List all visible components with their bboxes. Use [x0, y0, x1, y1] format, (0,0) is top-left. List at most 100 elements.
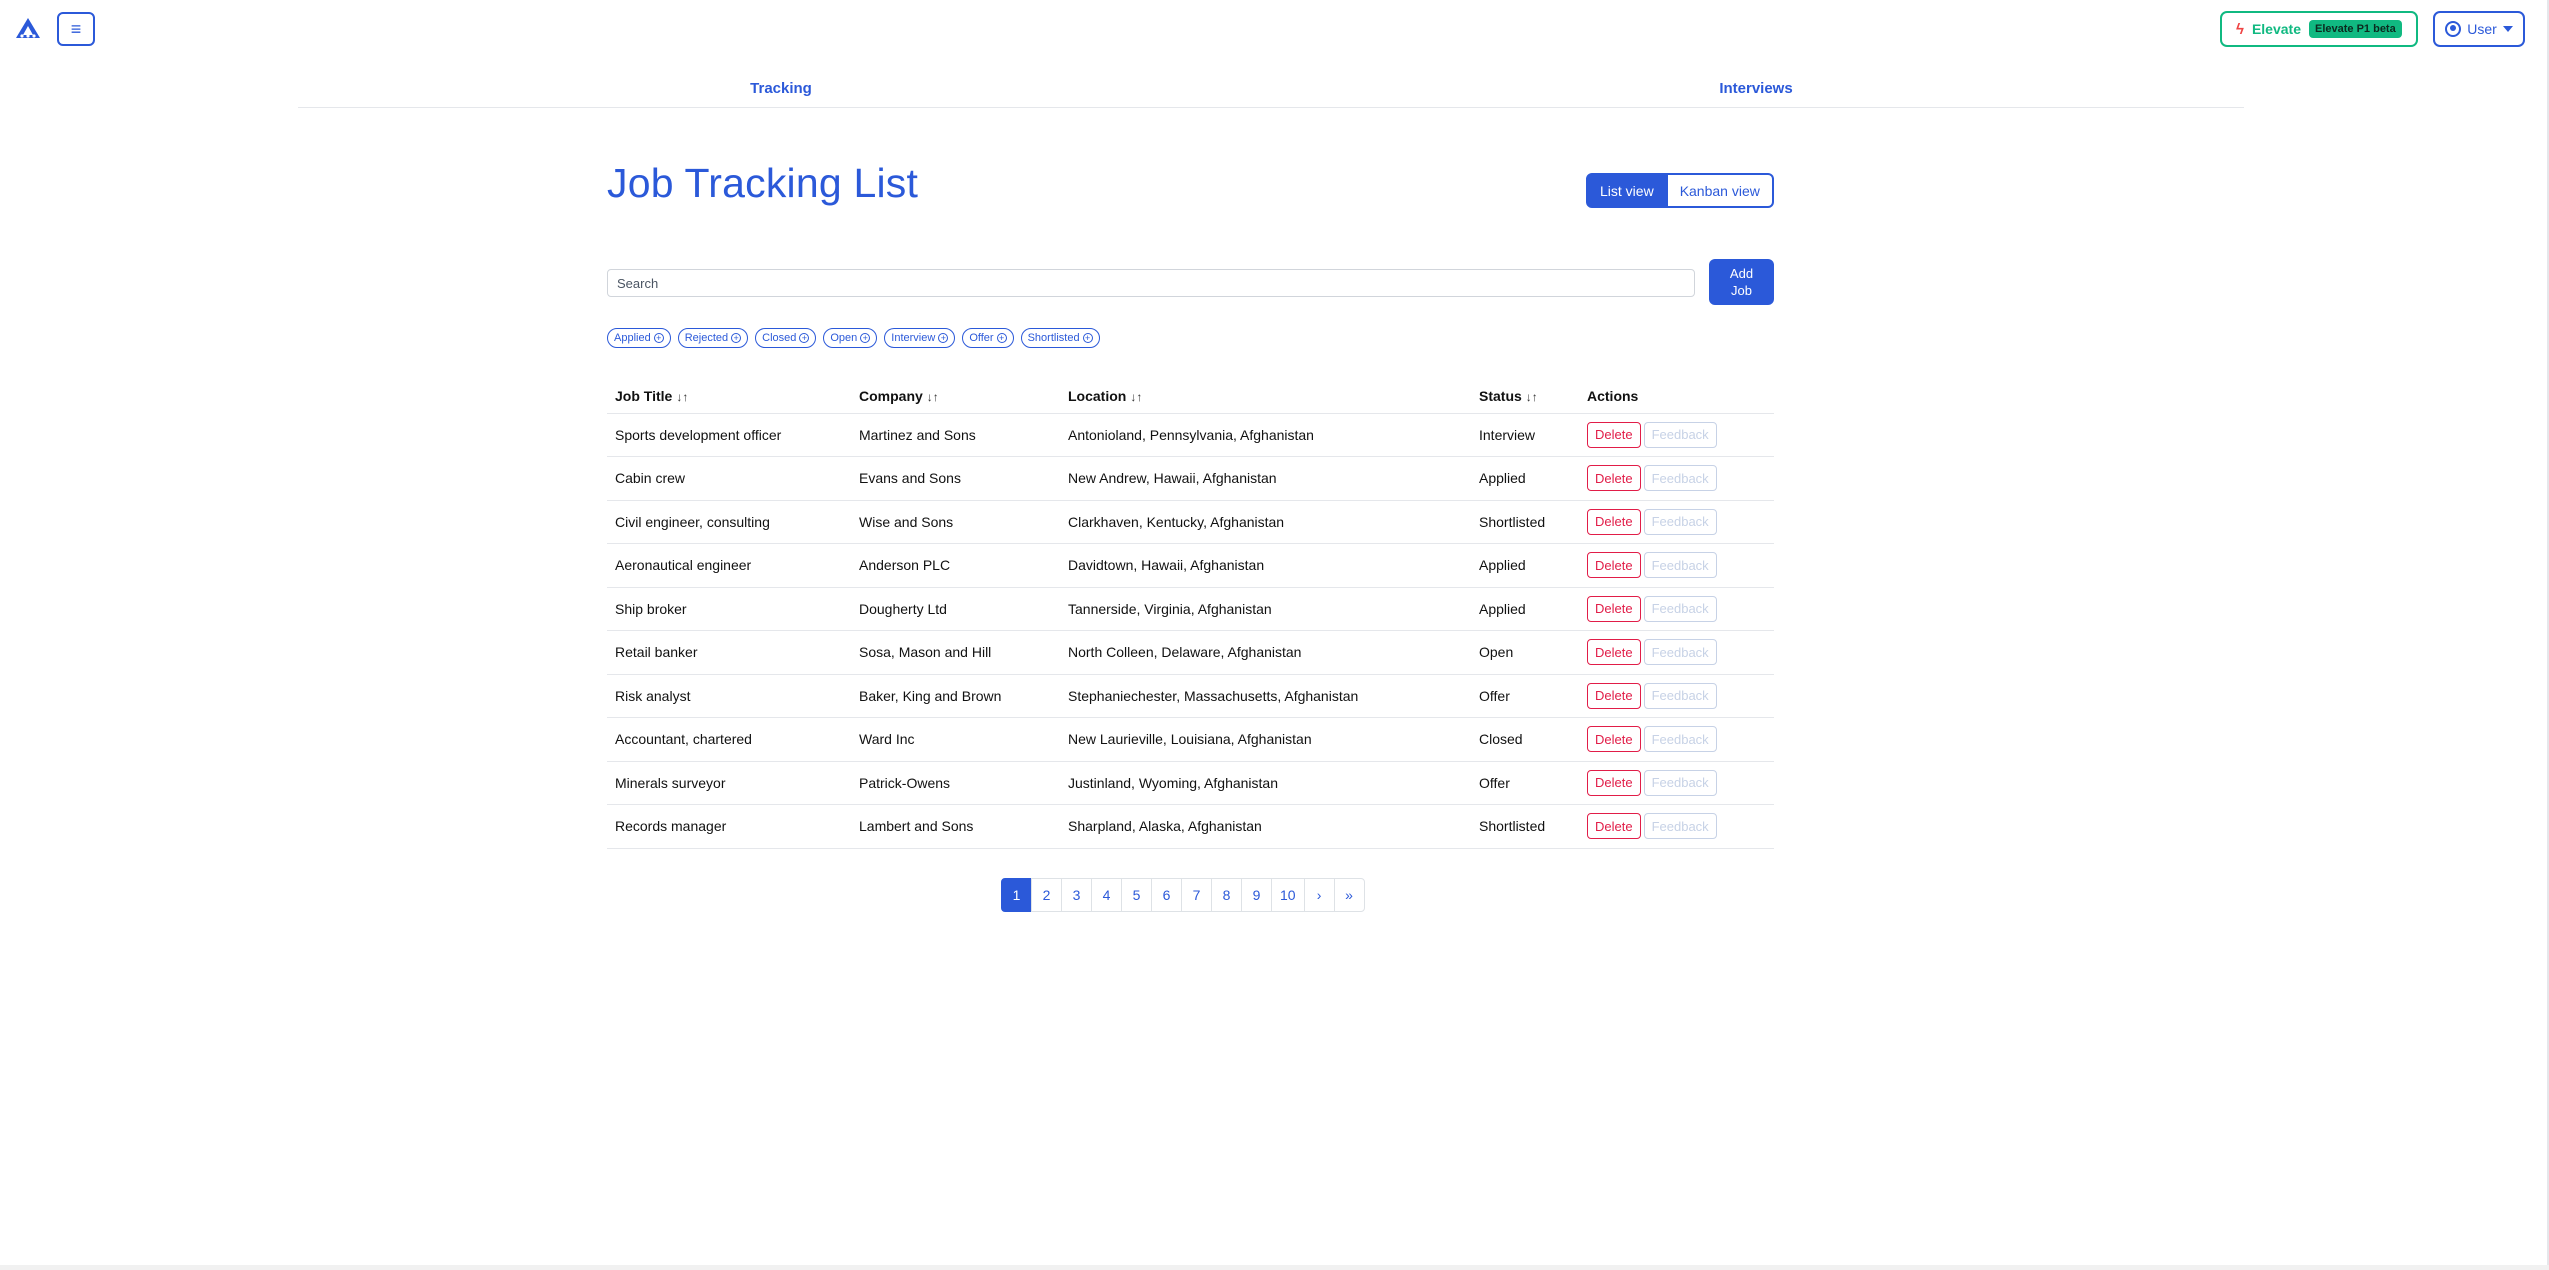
tab-tracking[interactable]: Tracking: [750, 80, 812, 97]
plus-circle-icon: +: [799, 333, 810, 343]
column-header-actions: Actions: [1579, 380, 1774, 414]
pagination: 1 2 3 4 5 6 7 8 9 10 › »: [1001, 878, 1365, 912]
hamburger-icon: ≡: [70, 18, 82, 39]
cell-location: Stephaniechester, Massachusetts, Afghani…: [1060, 674, 1471, 718]
view-toggle: List view Kanban view: [1586, 173, 1774, 208]
page-link-10[interactable]: 10: [1271, 878, 1305, 912]
delete-button[interactable]: Delete: [1587, 682, 1641, 709]
delete-button[interactable]: Delete: [1587, 769, 1641, 796]
elevate-beta-badge: Elevate P1 beta: [2309, 20, 2402, 38]
page-link-3[interactable]: 3: [1061, 878, 1092, 912]
column-header-status[interactable]: Status ↓↑: [1471, 380, 1579, 414]
cell-status: Applied: [1471, 543, 1579, 588]
sort-icon[interactable]: ↓↑: [1526, 390, 1538, 404]
cell-location: Tannerside, Virginia, Afghanistan: [1060, 587, 1471, 631]
plus-circle-icon: +: [996, 333, 1007, 343]
elevate-button[interactable]: ϟ Elevate Elevate P1 beta: [2220, 11, 2418, 47]
filter-chip-applied[interactable]: Applied +: [607, 328, 671, 348]
filter-chip-open[interactable]: Open +: [823, 328, 878, 348]
table-row: Civil engineer, consulting Wise and Sons…: [607, 500, 1774, 544]
feedback-button[interactable]: Feedback: [1643, 508, 1717, 535]
column-header-job-title[interactable]: Job Title ↓↑: [607, 380, 851, 414]
cell-status: Offer: [1471, 761, 1579, 805]
feedback-button[interactable]: Feedback: [1643, 595, 1717, 622]
page-link-6[interactable]: 6: [1151, 878, 1182, 912]
sort-icon[interactable]: ↓↑: [676, 390, 688, 404]
page-link-5[interactable]: 5: [1121, 878, 1152, 912]
cell-company: Dougherty Ltd: [851, 587, 1060, 631]
menu-toggle-button[interactable]: ≡: [57, 12, 95, 46]
column-label: Job Title: [615, 388, 673, 405]
feedback-button[interactable]: Feedback: [1643, 552, 1717, 579]
plus-circle-icon: +: [653, 333, 664, 343]
tab-interviews[interactable]: Interviews: [1719, 80, 1792, 97]
page-link-9[interactable]: 9: [1241, 878, 1272, 912]
cell-job-title: Risk analyst: [607, 674, 851, 718]
delete-button[interactable]: Delete: [1587, 595, 1641, 622]
feedback-button[interactable]: Feedback: [1643, 682, 1717, 709]
table-row: Records manager Lambert and Sons Sharpla…: [607, 804, 1774, 849]
cell-location: Justinland, Wyoming, Afghanistan: [1060, 761, 1471, 805]
cell-location: Antonioland, Pennsylvania, Afghanistan: [1060, 413, 1471, 457]
table-row: Minerals surveyor Patrick-Owens Justinla…: [607, 761, 1774, 805]
page-link-4[interactable]: 4: [1091, 878, 1122, 912]
feedback-button[interactable]: Feedback: [1643, 465, 1717, 492]
list-view-button[interactable]: List view: [1586, 173, 1668, 208]
filter-chip-rejected[interactable]: Rejected +: [677, 328, 749, 348]
sort-icon[interactable]: ↓↑: [1130, 390, 1142, 404]
cell-actions: Delete Feedback: [1579, 717, 1774, 762]
last-page-button[interactable]: »: [1333, 878, 1365, 912]
delete-button[interactable]: Delete: [1587, 465, 1641, 492]
filter-chip-shortlisted[interactable]: Shortlisted +: [1020, 328, 1100, 348]
filter-chip-closed[interactable]: Closed +: [755, 328, 817, 348]
user-menu-button[interactable]: User: [2433, 11, 2525, 47]
top-tabs: Tracking Interviews: [298, 72, 2244, 108]
column-header-company[interactable]: Company ↓↑: [851, 380, 1060, 414]
sort-icon[interactable]: ↓↑: [927, 390, 939, 404]
cell-actions: Delete Feedback: [1579, 630, 1774, 675]
cell-status: Shortlisted: [1471, 804, 1579, 849]
table-row: Risk analyst Baker, King and Brown Steph…: [607, 674, 1774, 718]
cell-location: Davidtown, Hawaii, Afghanistan: [1060, 543, 1471, 588]
page-link-1[interactable]: 1: [1001, 878, 1032, 912]
delete-button[interactable]: Delete: [1587, 813, 1641, 840]
cell-actions: Delete Feedback: [1579, 587, 1774, 631]
add-job-button[interactable]: Add Job: [1709, 259, 1774, 305]
cell-actions: Delete Feedback: [1579, 413, 1774, 457]
search-input[interactable]: [607, 269, 1695, 297]
cell-actions: Delete Feedback: [1579, 500, 1774, 544]
delete-button[interactable]: Delete: [1587, 421, 1641, 448]
next-page-button[interactable]: ›: [1303, 878, 1335, 912]
cell-company: Patrick-Owens: [851, 761, 1060, 805]
page-link-7[interactable]: 7: [1181, 878, 1212, 912]
feedback-button[interactable]: Feedback: [1643, 421, 1717, 448]
feedback-button[interactable]: Feedback: [1643, 726, 1717, 753]
table-row: Sports development officer Martinez and …: [607, 413, 1774, 457]
cell-company: Ward Inc: [851, 717, 1060, 762]
delete-button[interactable]: Delete: [1587, 508, 1641, 535]
filter-chip-offer[interactable]: Offer +: [962, 328, 1014, 348]
filter-chip-interview[interactable]: Interview +: [884, 328, 956, 348]
cell-actions: Delete Feedback: [1579, 456, 1774, 501]
page-link-2[interactable]: 2: [1031, 878, 1062, 912]
chip-label: Open: [830, 332, 858, 344]
column-label: Location: [1068, 388, 1127, 405]
page-title: Job Tracking List: [607, 160, 919, 206]
kanban-view-button[interactable]: Kanban view: [1667, 173, 1774, 208]
feedback-button[interactable]: Feedback: [1643, 769, 1717, 796]
delete-button[interactable]: Delete: [1587, 639, 1641, 666]
delete-button[interactable]: Delete: [1587, 726, 1641, 753]
bottom-border: [0, 1265, 2549, 1270]
cell-location: Sharpland, Alaska, Afghanistan: [1060, 804, 1471, 849]
table-row: Ship broker Dougherty Ltd Tannerside, Vi…: [607, 587, 1774, 631]
feedback-button[interactable]: Feedback: [1643, 639, 1717, 666]
feedback-button[interactable]: Feedback: [1643, 813, 1717, 840]
cell-actions: Delete Feedback: [1579, 543, 1774, 588]
chip-label: Shortlisted: [1027, 332, 1080, 344]
column-header-location[interactable]: Location ↓↑: [1060, 380, 1471, 414]
elevate-label: Elevate: [2251, 21, 2301, 37]
app-logo-icon[interactable]: [15, 17, 41, 39]
status-filter-chips: Applied + Rejected + Closed + Open + Intervi…: [607, 328, 1100, 348]
delete-button[interactable]: Delete: [1587, 552, 1641, 579]
page-link-8[interactable]: 8: [1211, 878, 1242, 912]
